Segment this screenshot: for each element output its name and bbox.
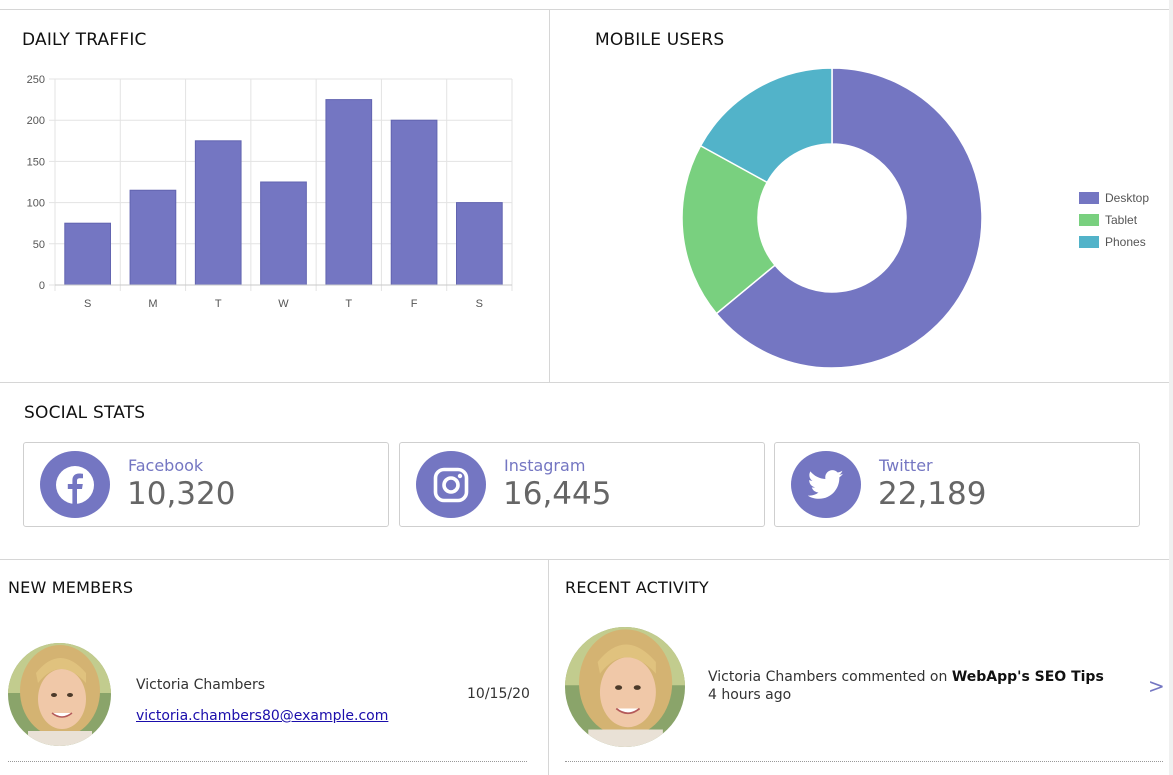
page-scrollbar[interactable] (1169, 0, 1173, 775)
traffic-bar[interactable] (325, 99, 373, 286)
member-join-date: 10/15/20 (467, 686, 530, 702)
mobile-users-legend: Desktop Tablet Phones (1079, 187, 1149, 253)
recent-activity-title: RECENT ACTIVITY (565, 578, 709, 597)
legend-label-phones: Phones (1105, 235, 1146, 249)
y-tick-label: 200 (27, 115, 45, 127)
mobile-users-chart (681, 67, 983, 369)
twitter-icon (791, 451, 861, 518)
x-tick-label: F (411, 298, 418, 310)
activity-time: 4 hours ago (708, 687, 792, 703)
legend-item-desktop[interactable]: Desktop (1079, 187, 1149, 209)
social-card-twitter[interactable]: Twitter 22,189 (774, 442, 1140, 527)
daily-traffic-title: DAILY TRAFFIC (22, 30, 147, 50)
traffic-bar[interactable] (390, 119, 438, 286)
social-card-facebook[interactable]: Facebook 10,320 (23, 442, 389, 527)
social-name-facebook: Facebook (128, 456, 204, 475)
y-tick-label: 0 (39, 280, 45, 292)
daily-traffic-chart: 0 50 100 150 200 250 S M T W T F S (27, 74, 513, 310)
y-tick-label: 50 (33, 239, 45, 251)
social-count-twitter: 22,189 (878, 476, 987, 512)
chevron-right-icon[interactable]: > (1148, 674, 1165, 698)
y-tick-label: 100 (27, 198, 45, 210)
traffic-bar[interactable] (456, 202, 503, 286)
member-name: Victoria Chambers (136, 677, 266, 693)
x-tick-label: S (84, 298, 91, 310)
x-tick-label: T (345, 298, 352, 310)
legend-item-phones[interactable]: Phones (1079, 231, 1149, 253)
activity-description: Victoria Chambers commented on WebApp's … (708, 669, 1104, 685)
mobile-users-title: MOBILE USERS (595, 30, 725, 50)
x-tick-label: S (476, 298, 483, 310)
x-tick-label: M (148, 298, 157, 310)
bottom-divider (548, 560, 549, 775)
legend-swatch-desktop (1079, 192, 1099, 204)
activity-action: commented on (841, 669, 948, 685)
social-bottom-divider (0, 559, 1169, 560)
x-tick-label: T (215, 298, 222, 310)
facebook-icon (40, 451, 110, 518)
activity-avatar (565, 627, 685, 747)
charts-bottom-divider (0, 382, 1169, 383)
instagram-icon (416, 451, 486, 518)
x-tick-label: W (278, 298, 289, 310)
member-email-link[interactable]: victoria.chambers80@example.com (136, 708, 388, 724)
activity-user: Victoria Chambers (708, 669, 838, 685)
traffic-bar[interactable] (260, 181, 307, 286)
social-name-twitter: Twitter (879, 456, 933, 475)
traffic-bar[interactable] (64, 222, 111, 286)
top-divider (0, 9, 1169, 10)
charts-divider (549, 10, 550, 382)
legend-label-tablet: Tablet (1105, 213, 1138, 227)
member-row-divider (8, 761, 527, 762)
traffic-bar[interactable] (129, 189, 177, 286)
legend-label-desktop: Desktop (1105, 191, 1150, 205)
social-count-instagram: 16,445 (503, 476, 612, 512)
legend-swatch-tablet (1079, 214, 1099, 226)
social-name-instagram: Instagram (504, 456, 586, 475)
activity-row-divider (565, 761, 1163, 762)
activity-target-link[interactable]: WebApp's SEO Tips (952, 669, 1104, 685)
legend-swatch-phones (1079, 236, 1099, 248)
social-card-instagram[interactable]: Instagram 16,445 (399, 442, 765, 527)
avatar (8, 643, 111, 746)
traffic-bar[interactable] (194, 140, 242, 286)
y-tick-label: 250 (27, 74, 45, 86)
y-tick-label: 150 (27, 156, 45, 168)
social-stats-title: SOCIAL STATS (24, 403, 146, 423)
social-count-facebook: 10,320 (127, 476, 236, 512)
new-members-title: NEW MEMBERS (8, 578, 134, 597)
legend-item-tablet[interactable]: Tablet (1079, 209, 1149, 231)
